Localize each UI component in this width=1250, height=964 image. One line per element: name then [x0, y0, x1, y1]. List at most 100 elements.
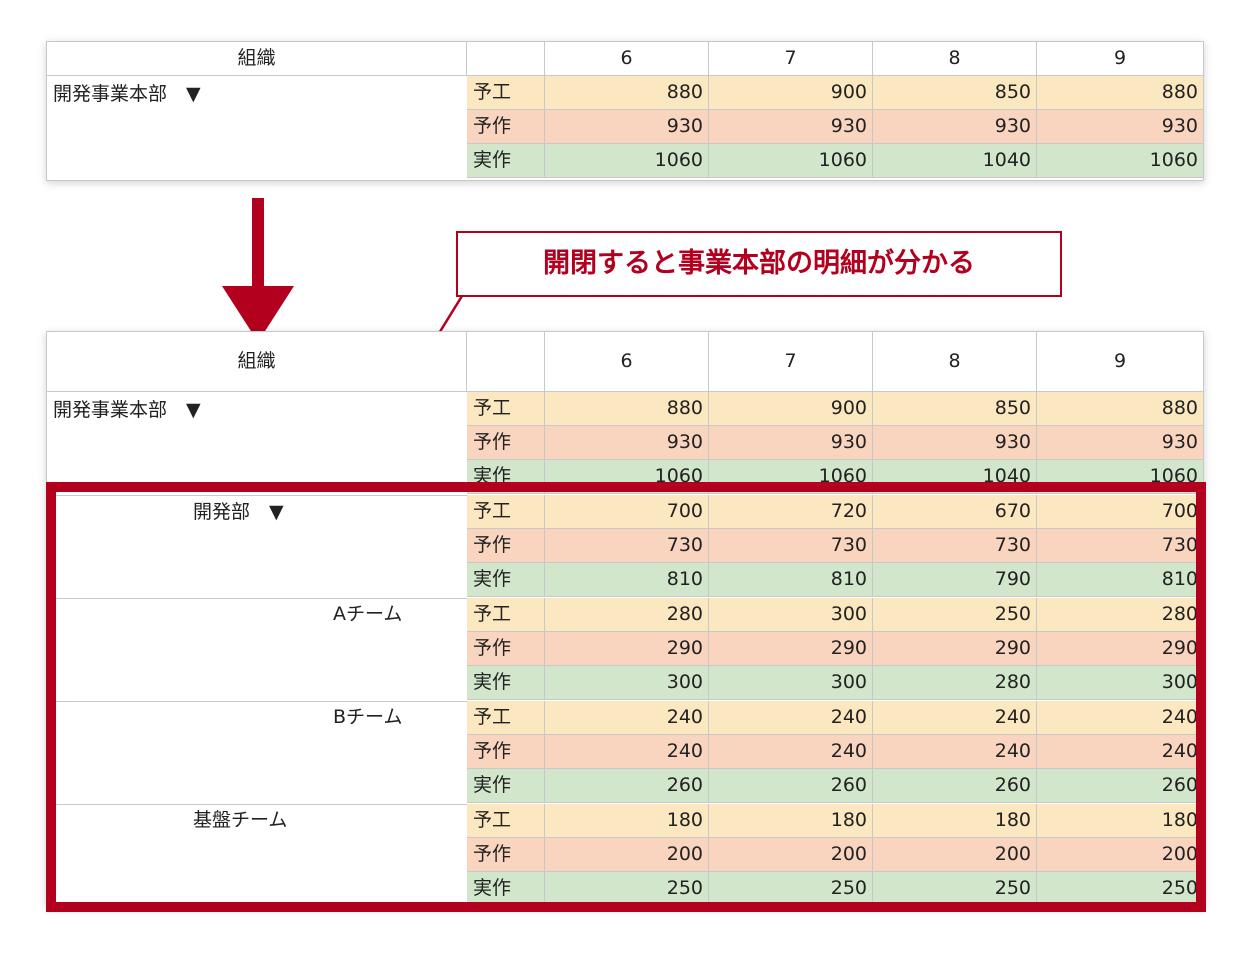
table-row: 実作 260 260 260 260 — [47, 769, 1203, 803]
row-label: 予工 — [467, 76, 545, 110]
value-cell: 930 — [1037, 110, 1203, 144]
row-label: 実作 — [467, 144, 545, 178]
header-month: 9 — [1037, 332, 1203, 392]
table-row: 予作 930 930 930 930 — [47, 426, 1203, 460]
value-cell: 880 — [1037, 76, 1203, 110]
value-cell: 300 — [709, 598, 873, 632]
header-row: 組織 6 7 8 9 — [47, 42, 1203, 76]
value-cell: 260 — [545, 769, 709, 803]
expanded-table: 組織 6 7 8 9 開発事業本部 ▼ 予工 880 900 850 880 予作 930 93… — [46, 331, 1204, 907]
value-cell: 730 — [1037, 529, 1203, 563]
table-row: 実作 250 250 250 250 — [47, 872, 1203, 906]
header-month: 7 — [709, 332, 873, 392]
table-row: 実作 1060 1060 1040 1060 — [47, 144, 1203, 178]
table-row: 実作 300 300 280 300 — [47, 666, 1203, 700]
value-cell: 1040 — [873, 460, 1037, 494]
value-cell: 200 — [1037, 838, 1203, 872]
value-cell: 250 — [545, 872, 709, 906]
table-row: 予作 200 200 200 200 — [47, 838, 1203, 872]
value-cell: 290 — [545, 632, 709, 666]
value-cell: 930 — [545, 426, 709, 460]
row-label: 予工 — [467, 495, 545, 529]
value-cell: 720 — [709, 495, 873, 529]
value-cell: 290 — [873, 632, 1037, 666]
table-row: 予作 240 240 240 240 — [47, 735, 1203, 769]
value-cell: 180 — [1037, 804, 1203, 838]
value-cell: 810 — [545, 563, 709, 597]
value-cell: 200 — [709, 838, 873, 872]
value-cell: 930 — [1037, 426, 1203, 460]
down-arrow-icon — [222, 198, 294, 342]
value-cell: 180 — [545, 804, 709, 838]
value-cell: 240 — [1037, 735, 1203, 769]
table-row: 予作 930 930 930 930 — [47, 110, 1203, 144]
header-month: 7 — [709, 42, 873, 76]
value-cell: 280 — [873, 666, 1037, 700]
table-row: 予工 280 300 250 280 — [47, 598, 1203, 632]
value-cell: 700 — [1037, 495, 1203, 529]
value-cell: 240 — [709, 735, 873, 769]
header-label-cell — [467, 332, 545, 392]
row-label: 予作 — [467, 110, 545, 144]
row-label: 予作 — [467, 529, 545, 563]
value-cell: 700 — [545, 495, 709, 529]
value-cell: 730 — [709, 529, 873, 563]
row-label: 実作 — [467, 872, 545, 906]
value-cell: 1060 — [1037, 144, 1203, 178]
value-cell: 730 — [545, 529, 709, 563]
table-row: 予工 700 720 670 700 — [47, 495, 1203, 529]
value-cell: 850 — [873, 76, 1037, 110]
value-cell: 300 — [709, 666, 873, 700]
row-label: 予工 — [467, 804, 545, 838]
row-label: 予工 — [467, 392, 545, 426]
value-cell: 240 — [709, 701, 873, 735]
table-row: 予作 290 290 290 290 — [47, 632, 1203, 666]
header-month: 8 — [873, 42, 1037, 76]
row-label: 予工 — [467, 598, 545, 632]
header-row: 組織 6 7 8 9 — [47, 332, 1203, 392]
table-row: 予工 240 240 240 240 — [47, 701, 1203, 735]
row-label: 予作 — [467, 735, 545, 769]
callout-box: 開閉すると事業本部の明細が分かる — [456, 231, 1062, 297]
value-cell: 260 — [1037, 769, 1203, 803]
value-cell: 930 — [545, 110, 709, 144]
value-cell: 850 — [873, 392, 1037, 426]
value-cell: 240 — [873, 701, 1037, 735]
value-cell: 1060 — [545, 144, 709, 178]
row-label: 実作 — [467, 460, 545, 494]
value-cell: 880 — [1037, 392, 1203, 426]
value-cell: 1060 — [1037, 460, 1203, 494]
row-label: 予工 — [467, 701, 545, 735]
value-cell: 670 — [873, 495, 1037, 529]
value-cell: 250 — [709, 872, 873, 906]
value-cell: 880 — [545, 392, 709, 426]
row-label: 予作 — [467, 838, 545, 872]
value-cell: 240 — [873, 735, 1037, 769]
header-org: 組織 — [47, 332, 467, 392]
value-cell: 300 — [1037, 666, 1203, 700]
value-cell: 930 — [709, 110, 873, 144]
table-row: 実作 1060 1060 1040 1060 — [47, 460, 1203, 494]
value-cell: 240 — [545, 735, 709, 769]
value-cell: 260 — [709, 769, 873, 803]
value-cell: 930 — [873, 426, 1037, 460]
value-cell: 250 — [1037, 872, 1203, 906]
value-cell: 900 — [709, 76, 873, 110]
value-cell: 250 — [873, 872, 1037, 906]
header-month: 6 — [545, 332, 709, 392]
value-cell: 200 — [873, 838, 1037, 872]
value-cell: 240 — [1037, 701, 1203, 735]
value-cell: 300 — [545, 666, 709, 700]
header-org: 組織 — [47, 42, 467, 76]
value-cell: 180 — [709, 804, 873, 838]
row-label: 実作 — [467, 769, 545, 803]
value-cell: 930 — [873, 110, 1037, 144]
value-cell: 280 — [545, 598, 709, 632]
table-row: 予工 880 900 850 880 — [47, 76, 1203, 110]
table-row: 予工 180 180 180 180 — [47, 804, 1203, 838]
row-label: 実作 — [467, 666, 545, 700]
value-cell: 880 — [545, 76, 709, 110]
value-cell: 200 — [545, 838, 709, 872]
value-cell: 290 — [1037, 632, 1203, 666]
value-cell: 1060 — [709, 144, 873, 178]
